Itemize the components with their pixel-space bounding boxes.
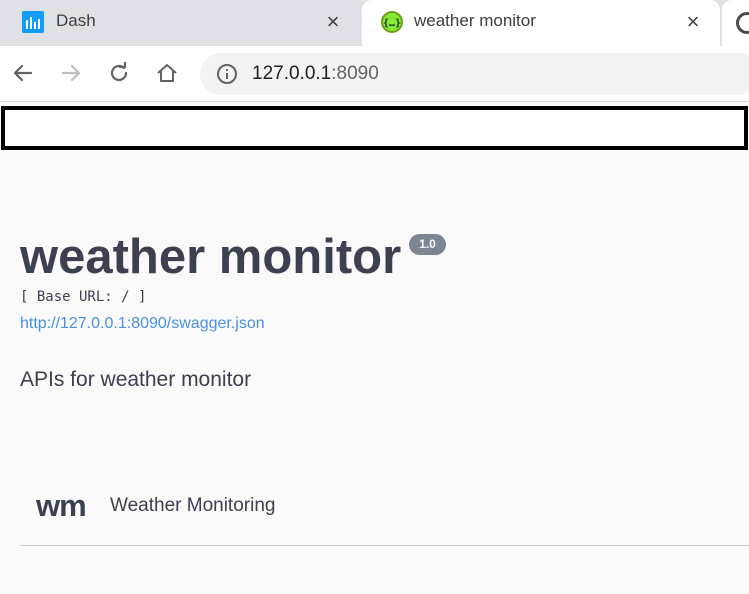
- url-text: 127.0.0.1:8090: [252, 63, 379, 85]
- tag-description: Weather Monitoring: [110, 495, 276, 516]
- close-icon[interactable]: ×: [320, 9, 346, 35]
- dash-icon: [22, 11, 44, 33]
- browser-toolbar: 127.0.0.1:8090: [0, 46, 749, 102]
- tab-partial[interactable]: [722, 0, 749, 46]
- tab-weather-monitor[interactable]: {…} weather monitor ×: [362, 0, 720, 46]
- base-url: [ Base URL: / ]: [20, 289, 147, 305]
- url-host: 127.0.0.1: [252, 63, 332, 84]
- browser-tabstrip: Dash × {…} weather monitor ×: [0, 0, 749, 46]
- home-button[interactable]: [150, 56, 184, 90]
- version-badge: 1.0: [409, 234, 446, 255]
- page-title: weather monitor: [20, 230, 402, 284]
- swagger-topbar: [1, 106, 748, 150]
- tag-name: wm: [36, 488, 87, 523]
- arrow-left-icon: [13, 64, 33, 82]
- close-icon[interactable]: ×: [680, 9, 706, 35]
- svg-text:{…}: {…}: [383, 18, 401, 29]
- tag-section-wm[interactable]: wm Weather Monitoring: [20, 486, 749, 546]
- swagger-json-link[interactable]: http://127.0.0.1:8090/swagger.json: [20, 315, 265, 333]
- tab-title: weather monitor: [414, 11, 536, 30]
- back-button[interactable]: [6, 56, 40, 90]
- url-port: :8090: [331, 63, 379, 84]
- github-icon: [736, 12, 749, 34]
- tab-title: Dash: [56, 11, 96, 30]
- reload-icon: [110, 62, 128, 82]
- forward-button[interactable]: [54, 56, 88, 90]
- swagger-icon: {…}: [381, 11, 403, 33]
- home-icon: [157, 64, 177, 82]
- arrow-right-icon: [61, 64, 81, 82]
- tab-dash[interactable]: Dash ×: [0, 0, 360, 46]
- api-description: APIs for weather monitor: [20, 368, 252, 391]
- address-bar[interactable]: 127.0.0.1:8090: [200, 53, 749, 95]
- info-icon[interactable]: [216, 63, 238, 85]
- reload-button[interactable]: [102, 56, 136, 90]
- api-title-row: weather monitor 1.0: [20, 226, 446, 288]
